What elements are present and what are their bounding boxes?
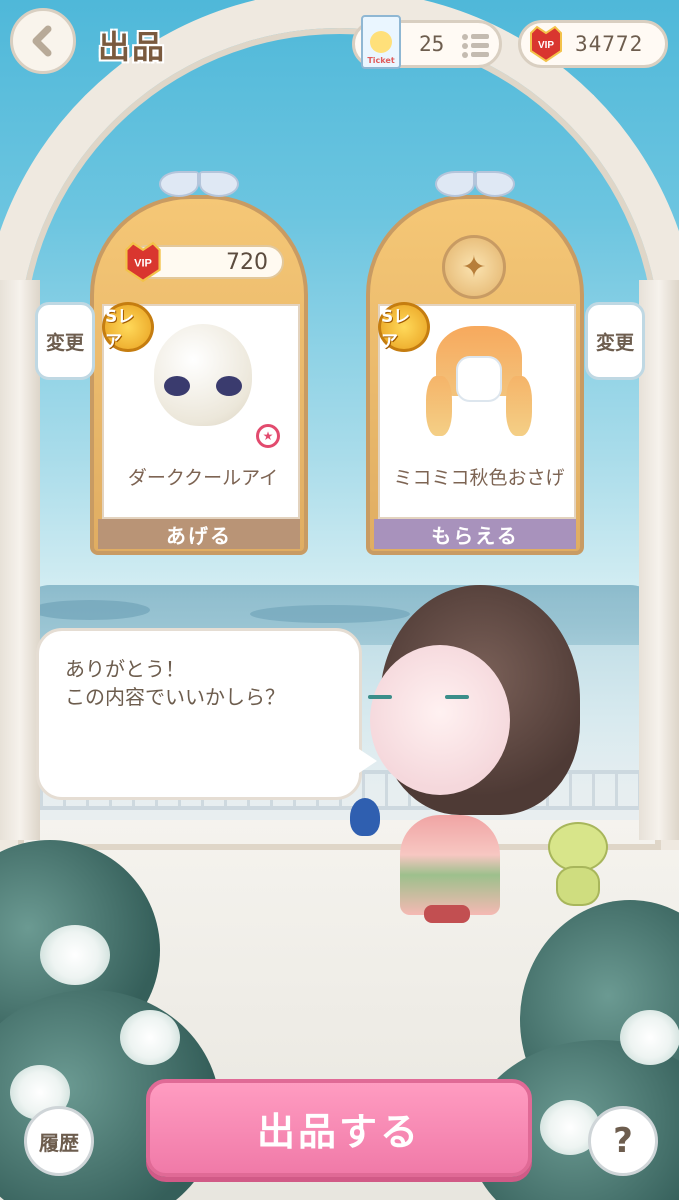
ticket-icon: Ticket	[361, 15, 401, 69]
bubble-tail	[359, 749, 377, 773]
page-title: 出品	[98, 28, 167, 66]
favorite-star-icon: ★	[256, 424, 280, 448]
bow-ribbon	[430, 171, 520, 207]
change-give-button[interactable]: 変更	[35, 302, 95, 380]
price-box: VIP 720	[125, 241, 284, 283]
vip-points: 34772	[575, 32, 644, 56]
back-arrow-icon	[32, 25, 52, 57]
vip-badge-icon: VIP	[530, 25, 562, 63]
back-button[interactable]	[10, 8, 76, 74]
item-name: ミコミコ秋色おさげ	[393, 467, 565, 489]
give-item-card[interactable]: VIP 720 Sレア ★ ダーククールアイ あげる	[90, 171, 308, 555]
white-flower	[40, 925, 110, 985]
item-hair-preview	[426, 326, 532, 442]
rarity-badge: Sレア	[378, 302, 430, 352]
dialog-bubble: ありがとう！ この内容でいいかしら？	[36, 628, 377, 800]
vip-points-counter[interactable]: VIP 34772	[518, 20, 668, 68]
bluebird	[350, 798, 380, 836]
receive-label: もらえる	[374, 519, 576, 549]
list-icon	[462, 34, 489, 58]
white-flower	[620, 1010, 679, 1065]
help-button[interactable]: ?	[588, 1106, 658, 1176]
dialog-line-1: ありがとう！	[65, 657, 185, 681]
history-button[interactable]: 履歴	[24, 1106, 94, 1176]
right-pillar	[639, 280, 679, 840]
rarity-badge: Sレア	[102, 302, 154, 352]
vip-badge-icon: VIP	[125, 241, 161, 283]
give-label: あげる	[98, 519, 300, 549]
svg-text:VIP: VIP	[134, 257, 152, 269]
svg-text:VIP: VIP	[538, 40, 554, 51]
item-name: ダーククールアイ	[127, 467, 279, 489]
ticket-counter[interactable]: Ticket 25	[352, 15, 502, 69]
item-panel: Sレア ミコミコ秋色おさげ	[378, 302, 576, 519]
frog-companion	[548, 822, 608, 908]
price-value: 720	[226, 250, 268, 275]
change-receive-button[interactable]: 変更	[585, 302, 645, 380]
item-face-preview	[154, 324, 252, 426]
receive-item-card[interactable]: ✦ Sレア ミコミコ秋色おさげ もらえる	[366, 171, 584, 555]
item-panel: Sレア ★ ダーククールアイ	[102, 302, 300, 519]
ticket-count: 25	[419, 32, 445, 56]
sell-button[interactable]: 出品する	[146, 1079, 532, 1177]
left-pillar	[0, 280, 40, 840]
compass-star-icon: ✦	[442, 235, 506, 299]
bow-ribbon	[154, 171, 244, 207]
dialog-line-2: この内容でいいかしら？	[65, 685, 285, 709]
white-flower	[120, 1010, 180, 1065]
